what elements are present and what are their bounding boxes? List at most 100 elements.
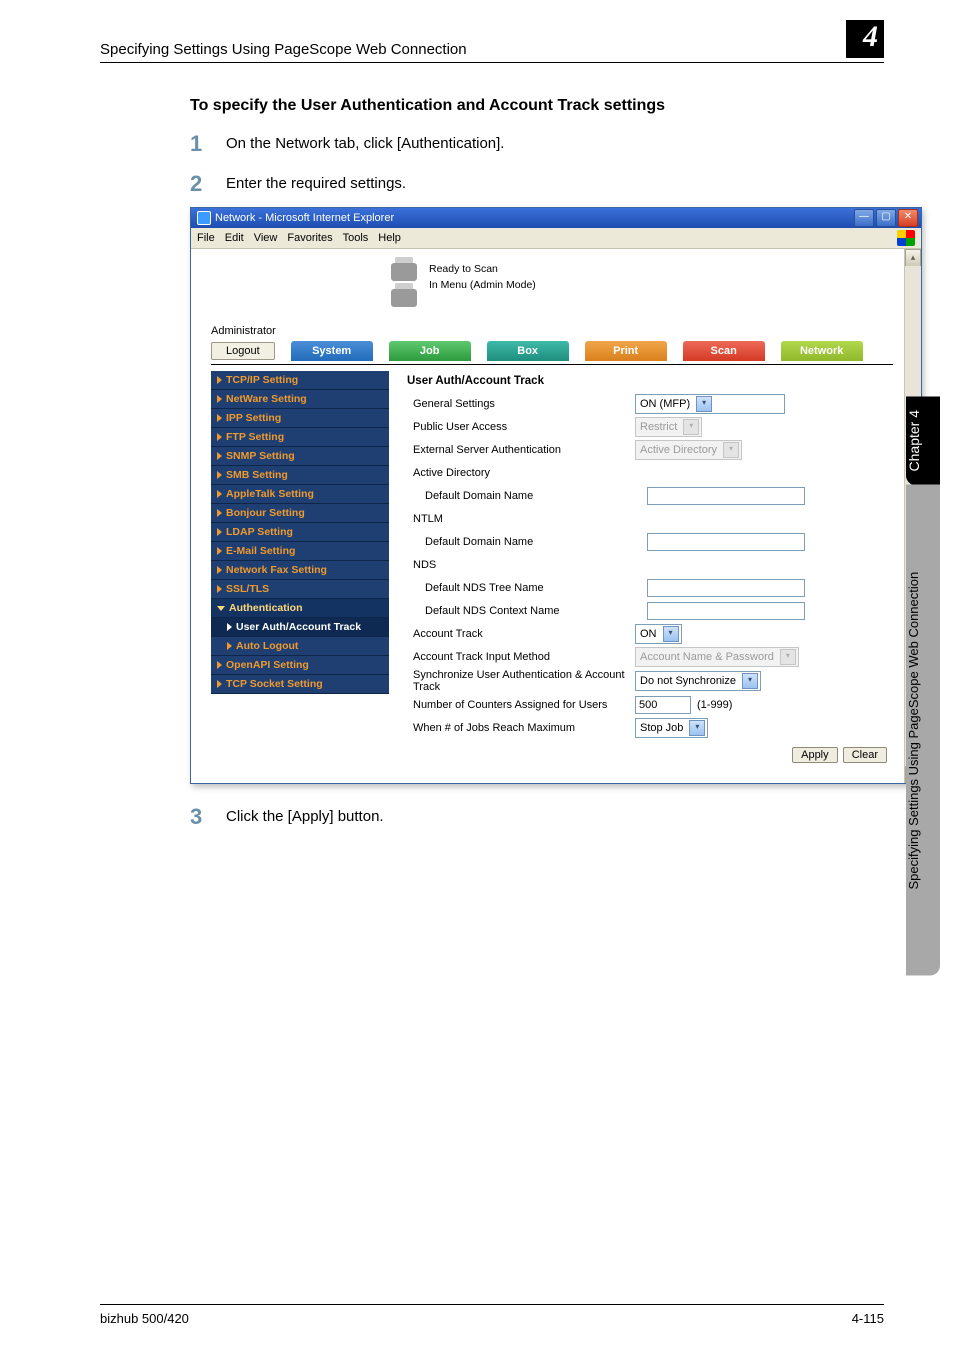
ie-flag-icon	[897, 230, 915, 246]
sidebar-item-appletalk[interactable]: AppleTalk Setting	[211, 485, 389, 504]
label-nds: NDS	[407, 559, 635, 571]
triangle-icon	[217, 585, 222, 593]
step-2-text: Enter the required settings.	[226, 173, 406, 195]
tab-print[interactable]: Print	[585, 341, 667, 361]
select-max-jobs[interactable]: Stop Job▾	[635, 718, 708, 738]
triangle-icon	[217, 395, 222, 403]
maximize-button[interactable]: ▢	[876, 209, 896, 227]
select-sync-auth[interactable]: Do not Synchronize▾	[635, 671, 761, 691]
input-nds-context[interactable]	[647, 602, 805, 620]
ie-logo-icon	[197, 211, 211, 225]
printer-status-icon	[391, 263, 417, 281]
minimize-button[interactable]: ―	[854, 209, 874, 227]
tab-system[interactable]: System	[291, 341, 373, 361]
label-nds-tree: Default NDS Tree Name	[407, 582, 647, 594]
step-2-number: 2	[190, 173, 226, 195]
close-button[interactable]: ✕	[898, 209, 918, 227]
label-account-track: Account Track	[407, 628, 635, 640]
triangle-icon	[217, 452, 222, 460]
sidebar-item-email[interactable]: E-Mail Setting	[211, 542, 389, 561]
title-bar: Network - Microsoft Internet Explorer ― …	[191, 208, 921, 228]
menu-favorites[interactable]: Favorites	[287, 232, 332, 244]
side-tab-chapter: Chapter 4	[906, 396, 940, 485]
label-external-server-auth: External Server Authentication	[407, 444, 635, 456]
status-ready: Ready to Scan	[429, 261, 536, 277]
menu-bar: File Edit View Favorites Tools Help	[191, 228, 921, 249]
select-general-settings[interactable]: ON (MFP)▾	[635, 394, 785, 414]
tab-scan[interactable]: Scan	[683, 341, 765, 361]
status-admin-mode: In Menu (Admin Mode)	[429, 277, 536, 293]
sidebar-item-openapi[interactable]: OpenAPI Setting	[211, 656, 389, 675]
side-tab-section: Specifying Settings Using PageScope Web …	[906, 485, 940, 976]
sidebar-item-ipp[interactable]: IPP Setting	[211, 409, 389, 428]
sidebar-item-tcpip[interactable]: TCP/IP Setting	[211, 371, 389, 390]
label-ad-default-domain: Default Domain Name	[407, 490, 647, 502]
input-counters[interactable]	[635, 696, 691, 714]
scroll-up-button[interactable]: ▴	[905, 249, 921, 266]
browser-window: Network - Microsoft Internet Explorer ― …	[190, 207, 922, 784]
triangle-icon	[217, 661, 222, 669]
triangle-icon	[217, 528, 222, 536]
menu-view[interactable]: View	[254, 232, 278, 244]
triangle-icon	[217, 509, 222, 517]
menu-edit[interactable]: Edit	[225, 232, 244, 244]
triangle-icon	[217, 490, 222, 498]
triangle-down-icon	[217, 606, 225, 611]
label-ntlm: NTLM	[407, 513, 635, 525]
triangle-icon	[217, 433, 222, 441]
chevron-down-icon: ▾	[780, 649, 796, 665]
counters-range: (1-999)	[697, 699, 732, 711]
tab-job[interactable]: Job	[389, 341, 471, 361]
printer-menu-icon	[391, 289, 417, 307]
menu-file[interactable]: File	[197, 232, 215, 244]
page-side-tab: Chapter 4 Specifying Settings Using Page…	[906, 396, 940, 976]
chevron-down-icon: ▾	[742, 673, 758, 689]
step-1-number: 1	[190, 133, 226, 155]
sidebar-item-smb[interactable]: SMB Setting	[211, 466, 389, 485]
step-1-text: On the Network tab, click [Authenticatio…	[226, 133, 504, 155]
sidebar-item-ldap[interactable]: LDAP Setting	[211, 523, 389, 542]
sidebar-item-authentication[interactable]: Authentication	[211, 599, 389, 618]
sidebar-item-networkfax[interactable]: Network Fax Setting	[211, 561, 389, 580]
menu-help[interactable]: Help	[378, 232, 401, 244]
chevron-down-icon: ▾	[696, 396, 712, 412]
triangle-icon	[227, 623, 232, 631]
settings-panel: User Auth/Account Track General Settings…	[389, 371, 893, 767]
sidebar-item-auto-logout[interactable]: Auto Logout	[211, 637, 389, 656]
sidebar-item-snmp[interactable]: SNMP Setting	[211, 447, 389, 466]
chevron-down-icon: ▾	[723, 442, 739, 458]
label-general-settings: General Settings	[407, 398, 635, 410]
triangle-icon	[217, 471, 222, 479]
sidebar-item-user-auth-account-track[interactable]: User Auth/Account Track	[211, 618, 389, 637]
apply-button[interactable]: Apply	[792, 747, 838, 763]
input-ad-default-domain[interactable]	[647, 487, 805, 505]
label-ntlm-default-domain: Default Domain Name	[407, 536, 647, 548]
label-nds-context: Default NDS Context Name	[407, 605, 647, 617]
select-account-track[interactable]: ON▾	[635, 624, 682, 644]
label-sync-auth: Synchronize User Authentication & Accoun…	[407, 669, 635, 693]
select-external-server-auth: Active Directory▾	[635, 440, 742, 460]
triangle-icon	[217, 680, 222, 688]
input-nds-tree[interactable]	[647, 579, 805, 597]
input-ntlm-default-domain[interactable]	[647, 533, 805, 551]
panel-title: User Auth/Account Track	[407, 375, 887, 387]
step-3-text: Click the [Apply] button.	[226, 806, 384, 828]
chapter-badge: 4	[846, 20, 884, 58]
triangle-icon	[217, 566, 222, 574]
sidebar-item-ftp[interactable]: FTP Setting	[211, 428, 389, 447]
tab-network[interactable]: Network	[781, 341, 863, 361]
chevron-down-icon: ▾	[683, 419, 699, 435]
clear-button[interactable]: Clear	[843, 747, 887, 763]
sidebar-item-tcpsocket[interactable]: TCP Socket Setting	[211, 675, 389, 694]
page-header-title: Specifying Settings Using PageScope Web …	[100, 41, 467, 58]
chevron-down-icon: ▾	[689, 720, 705, 736]
logout-button[interactable]: Logout	[211, 342, 275, 360]
label-active-directory: Active Directory	[407, 467, 635, 479]
menu-tools[interactable]: Tools	[343, 232, 369, 244]
sidebar-item-ssltls[interactable]: SSL/TLS	[211, 580, 389, 599]
sidebar-item-bonjour[interactable]: Bonjour Setting	[211, 504, 389, 523]
sidebar-item-netware[interactable]: NetWare Setting	[211, 390, 389, 409]
label-max-jobs: When # of Jobs Reach Maximum	[407, 722, 635, 734]
sidebar: TCP/IP Setting NetWare Setting IPP Setti…	[211, 371, 389, 767]
tab-box[interactable]: Box	[487, 341, 569, 361]
